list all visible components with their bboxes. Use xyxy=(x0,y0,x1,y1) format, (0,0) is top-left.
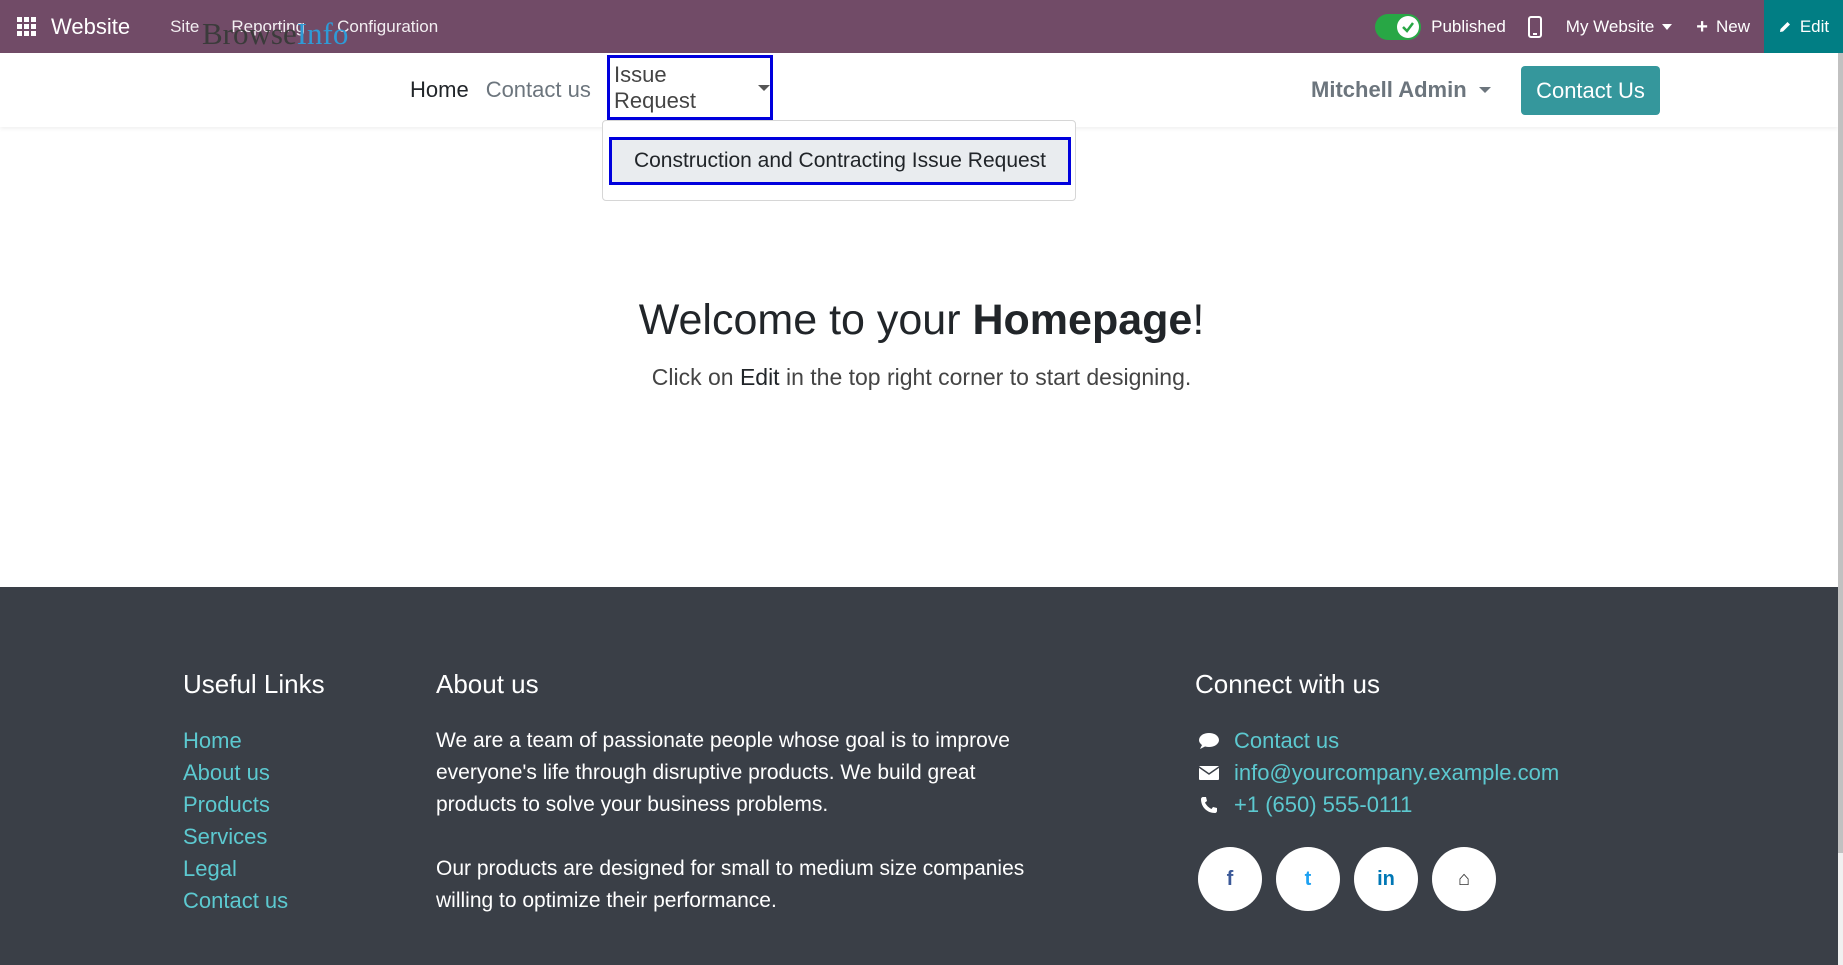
welcome-prefix: Welcome to your xyxy=(638,296,973,344)
social-links: f t in ⌂ xyxy=(1198,847,1510,911)
nav-issue-request-dropdown[interactable]: Issue Request xyxy=(607,55,773,120)
logo-text-browse: Browse xyxy=(202,16,297,51)
menu-configuration[interactable]: Configuration xyxy=(337,17,438,37)
about-us-title: About us xyxy=(436,669,539,699)
subtitle-suffix: in the top right corner to start designi… xyxy=(779,364,1192,390)
publish-toggle[interactable] xyxy=(1375,13,1422,40)
check-icon xyxy=(1397,15,1420,38)
menu-item-construction-issue-request[interactable]: Construction and Contracting Issue Reque… xyxy=(609,137,1071,185)
subtitle-edit: Edit xyxy=(739,364,780,390)
published-label: Published xyxy=(1431,16,1506,36)
footer-link-legal[interactable]: Legal xyxy=(183,853,288,885)
welcome-suffix: ! xyxy=(1192,296,1205,344)
edit-button-label: Edit xyxy=(1799,16,1830,36)
issue-request-menu: Construction and Contracting Issue Reque… xyxy=(602,120,1076,201)
envelope-icon xyxy=(1196,765,1222,781)
connect-phone-link[interactable]: +1 (650) 555-0111 xyxy=(1234,789,1412,821)
main-nav: Home Contact us xyxy=(410,53,608,127)
about-us-text: We are a team of passionate people whose… xyxy=(436,725,1036,917)
connect-contact-row[interactable]: Contact us xyxy=(1196,725,1559,757)
twitter-icon[interactable]: t xyxy=(1276,847,1340,911)
website-selector[interactable]: My Website xyxy=(1566,17,1673,37)
phone-icon xyxy=(1196,796,1222,814)
connect-title: Connect with us xyxy=(1195,669,1380,699)
connect-phone-row[interactable]: +1 (650) 555-0111 xyxy=(1196,789,1559,821)
linkedin-icon[interactable]: in xyxy=(1354,847,1418,911)
footer-link-services[interactable]: Services xyxy=(183,821,288,853)
contact-us-button[interactable]: Contact Us xyxy=(1521,66,1660,115)
plus-icon: + xyxy=(1696,15,1708,38)
about-paragraph-2: Our products are designed for small to m… xyxy=(436,857,1025,912)
edit-button[interactable]: Edit xyxy=(1764,0,1843,53)
mobile-preview-icon[interactable] xyxy=(1527,15,1542,38)
subtitle-prefix: Click on xyxy=(651,364,740,390)
pencil-icon xyxy=(1778,20,1792,34)
useful-links-list: Home About us Products Services Legal Co… xyxy=(183,725,288,917)
footer-link-about-us[interactable]: About us xyxy=(183,757,288,789)
apps-menu-icon[interactable] xyxy=(0,0,53,53)
new-button-label: New xyxy=(1715,16,1750,36)
nav-home[interactable]: Home xyxy=(410,77,469,103)
logo-text-info: Info xyxy=(296,16,349,51)
useful-links-title: Useful Links xyxy=(183,669,325,699)
website-selector-label: My Website xyxy=(1565,16,1655,36)
connect-email-link[interactable]: info@yourcompany.example.com xyxy=(1234,757,1559,789)
welcome-bold: Homepage xyxy=(972,296,1193,344)
page-subtitle: Click on Edit in the top right corner to… xyxy=(0,364,1843,391)
menu-site[interactable]: Site xyxy=(170,17,199,37)
footer-link-products[interactable]: Products xyxy=(183,789,288,821)
site-logo[interactable]: BrowseInfo xyxy=(202,16,348,52)
footer-link-contact-us[interactable]: Contact us xyxy=(183,885,288,917)
chevron-down-icon xyxy=(758,84,770,91)
page-scrollbar[interactable] xyxy=(1838,53,1843,965)
home-icon[interactable]: ⌂ xyxy=(1432,847,1496,911)
about-paragraph-1: We are a team of passionate people whose… xyxy=(436,729,1010,816)
facebook-icon[interactable]: f xyxy=(1198,847,1262,911)
site-footer: Useful Links Home About us Products Serv… xyxy=(0,587,1838,965)
chevron-down-icon xyxy=(1478,87,1491,93)
connect-email-row[interactable]: info@yourcompany.example.com xyxy=(1196,757,1559,789)
footer-link-home[interactable]: Home xyxy=(183,725,288,757)
page-title: Welcome to your Homepage! xyxy=(0,296,1843,345)
chevron-down-icon xyxy=(1662,23,1673,30)
scrollbar-thumb[interactable] xyxy=(1838,53,1843,853)
new-button[interactable]: + New xyxy=(1696,17,1750,37)
user-menu[interactable]: Mitchell Admin xyxy=(1311,53,1491,127)
connect-contact-link[interactable]: Contact us xyxy=(1234,725,1339,757)
app-name[interactable]: Website xyxy=(51,14,130,40)
nav-issue-request-label: Issue Request xyxy=(614,61,696,113)
connect-list: Contact us info@yourcompany.example.com … xyxy=(1196,725,1559,821)
nav-contact-us[interactable]: Contact us xyxy=(486,77,591,103)
comment-icon xyxy=(1196,732,1222,750)
user-name: Mitchell Admin xyxy=(1311,77,1467,102)
